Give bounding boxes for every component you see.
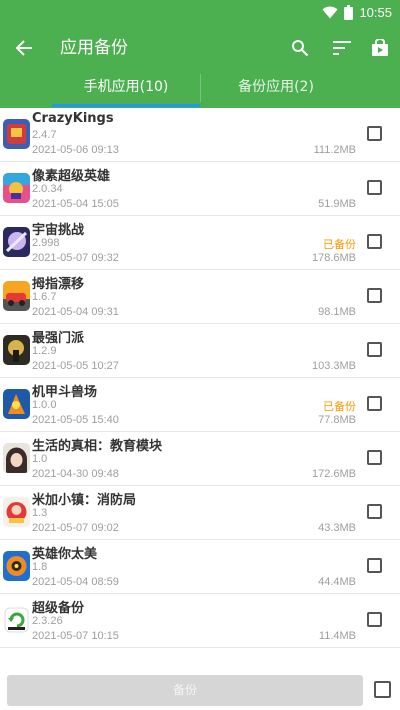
- app-name: 生活的真相：教育模块: [32, 439, 163, 454]
- app-list: CrazyKings 2.4.7 2021-05-06 09:13 111.2M…: [0, 108, 400, 648]
- app-size: 51.9MB: [318, 198, 356, 210]
- app-size: 178.6MB: [311, 252, 356, 264]
- app-icon: [3, 551, 30, 581]
- app-version: 2.3.26: [32, 615, 63, 627]
- app-checkbox[interactable]: [367, 558, 382, 573]
- app-checkbox[interactable]: [367, 450, 382, 465]
- clock: 10:55: [359, 4, 392, 20]
- app-checkbox[interactable]: [367, 612, 382, 627]
- app-version: 1.3: [32, 507, 48, 519]
- list-item[interactable]: 拇指漂移 1.6.7 2021-05-04 09:31 98.1MB: [0, 270, 400, 324]
- app-date: 2021-04-30 09:48: [32, 468, 119, 480]
- page-title: 应用备份: [60, 38, 128, 58]
- app-date: 2021-05-04 09:31: [32, 306, 119, 318]
- list-item[interactable]: 最强门派 1.2.9 2021-05-05 10:27 103.3MB: [0, 324, 400, 378]
- app-size: 98.1MB: [318, 306, 356, 318]
- app-icon: [3, 443, 30, 473]
- app-checkbox[interactable]: [367, 342, 382, 357]
- app-checkbox[interactable]: [367, 234, 382, 249]
- app-version: 1.6.7: [32, 291, 57, 303]
- wifi-icon: [322, 6, 338, 18]
- status-bar: 10:55: [0, 0, 400, 24]
- tab-bar: 手机应用(10) 备份应用(2): [0, 72, 400, 108]
- app-checkbox[interactable]: [367, 288, 382, 303]
- select-all-checkbox[interactable]: [374, 681, 391, 698]
- app-icon: [3, 281, 30, 311]
- battery-icon: [344, 4, 354, 20]
- bottom-bar: 备份: [0, 668, 400, 710]
- app-date: 2021-05-06 09:13: [32, 144, 119, 156]
- app-name: 最强门派: [32, 331, 85, 346]
- store-button[interactable]: [368, 36, 392, 60]
- app-date: 2021-05-05 15:40: [32, 414, 119, 426]
- app-date: 2021-05-07 10:15: [32, 630, 119, 642]
- app-checkbox[interactable]: [367, 180, 382, 195]
- app-date: 2021-05-05 10:27: [32, 360, 119, 372]
- app-icon: [3, 389, 30, 419]
- arrow-left-icon: [15, 40, 32, 56]
- app-icon: [3, 605, 30, 635]
- app-size: 77.8MB: [318, 414, 356, 426]
- app-version: 2.998: [32, 237, 60, 249]
- app-date: 2021-05-04 08:59: [32, 576, 119, 588]
- app-name: 机甲斗兽场: [32, 385, 98, 400]
- app-version: 2.0.34: [32, 183, 63, 195]
- app-bar: 应用备份: [0, 24, 400, 72]
- app-checkbox[interactable]: [367, 126, 382, 141]
- search-button[interactable]: [288, 36, 312, 60]
- app-size: 11.4MB: [318, 630, 356, 642]
- app-icon: [3, 173, 30, 203]
- list-item[interactable]: 米加小镇：消防局 1.3 2021-05-07 09:02 43.3MB: [0, 486, 400, 540]
- backed-up-badge: 已备份: [323, 400, 356, 413]
- app-icon: [3, 497, 30, 527]
- app-version: 1.0: [32, 453, 48, 465]
- tab-indicator: [52, 104, 200, 107]
- backed-up-badge: 已备份: [323, 238, 356, 251]
- status-icons: 10:55: [322, 3, 392, 21]
- app-version: 1.8: [32, 561, 48, 573]
- app-version: 1.0.0: [32, 399, 57, 411]
- app-name: 超级备份: [32, 601, 85, 616]
- app-size: 43.3MB: [318, 522, 356, 534]
- list-item[interactable]: 宇宙挑战 2.998 已备份 2021-05-07 09:32 178.6MB: [0, 216, 400, 270]
- sort-button[interactable]: [330, 36, 354, 60]
- search-icon: [292, 40, 309, 57]
- store-icon: [372, 39, 388, 56]
- app-checkbox[interactable]: [367, 396, 382, 411]
- list-item[interactable]: 超级备份 2.3.26 2021-05-07 10:15 11.4MB: [0, 594, 400, 648]
- app-name: CrazyKings: [32, 111, 114, 126]
- list-item[interactable]: 英雄你太美 1.8 2021-05-04 08:59 44.4MB: [0, 540, 400, 594]
- app-name: 宇宙挑战: [32, 223, 85, 238]
- sort-icon: [333, 41, 351, 55]
- back-button[interactable]: [12, 36, 36, 60]
- app-name: 拇指漂移: [32, 277, 85, 292]
- backup-button[interactable]: 备份: [7, 675, 363, 706]
- app-icon: [3, 227, 30, 257]
- app-icon: [3, 335, 30, 365]
- app-size: 103.3MB: [311, 360, 356, 372]
- app-size: 111.2MB: [313, 144, 356, 156]
- app-size: 172.6MB: [311, 468, 356, 480]
- app-size: 44.4MB: [318, 576, 356, 588]
- app-date: 2021-05-07 09:32: [32, 252, 119, 264]
- list-item[interactable]: 机甲斗兽场 1.0.0 已备份 2021-05-05 15:40 77.8MB: [0, 378, 400, 432]
- app-name: 米加小镇：消防局: [32, 493, 137, 508]
- app-version: 2.4.7: [32, 129, 57, 141]
- app-name: 像素超级英雄: [32, 169, 111, 184]
- tab-backup-apps[interactable]: 备份应用(2): [176, 72, 376, 108]
- app-name: 英雄你太美: [32, 547, 98, 562]
- app-version: 1.2.9: [32, 345, 57, 357]
- app-checkbox[interactable]: [367, 504, 382, 519]
- app-icon: [3, 119, 30, 149]
- list-item[interactable]: CrazyKings 2.4.7 2021-05-06 09:13 111.2M…: [0, 108, 400, 162]
- list-item[interactable]: 生活的真相：教育模块 1.0 2021-04-30 09:48 172.6MB: [0, 432, 400, 486]
- app-date: 2021-05-04 15:05: [32, 198, 119, 210]
- list-item[interactable]: 像素超级英雄 2.0.34 2021-05-04 15:05 51.9MB: [0, 162, 400, 216]
- app-date: 2021-05-07 09:02: [32, 522, 119, 534]
